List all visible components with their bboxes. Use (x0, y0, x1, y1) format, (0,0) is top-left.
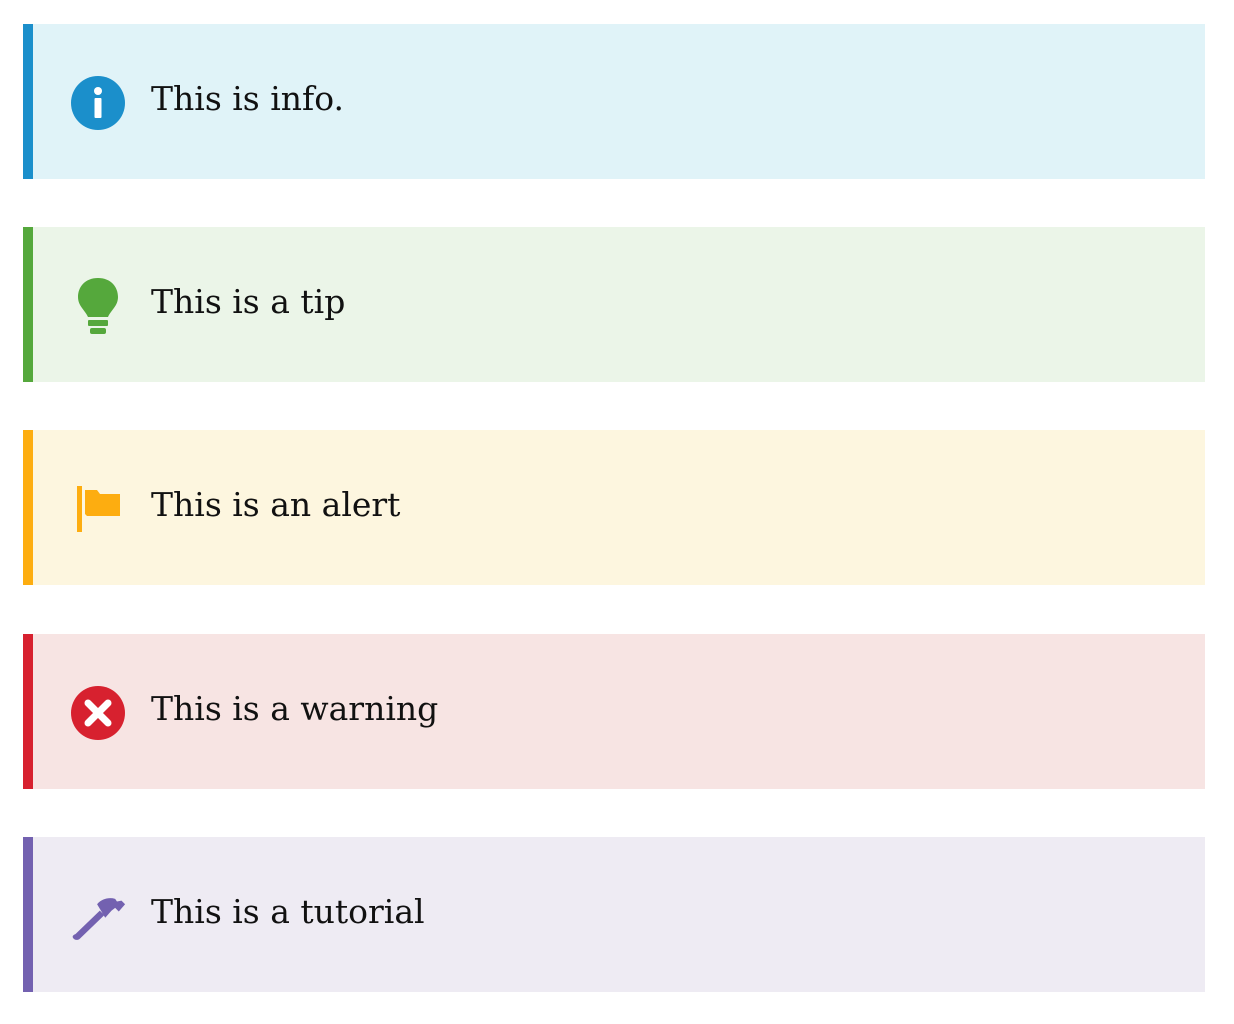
info-circle-icon (70, 75, 126, 131)
callout-tutorial-text: This is a tutorial (151, 892, 425, 931)
callout-info-text: This is info. (151, 79, 345, 118)
callout-info: This is info. (23, 24, 1205, 179)
lightbulb-icon (70, 278, 126, 334)
callout-alert-text: This is an alert (151, 485, 401, 524)
callout-tip: This is a tip (23, 227, 1205, 382)
callout-warning-text: This is a warning (151, 689, 439, 728)
x-circle-icon (70, 685, 126, 741)
callout-warning: This is a warning (23, 634, 1205, 789)
flag-icon (70, 481, 126, 537)
hammer-icon (70, 888, 126, 944)
callout-tutorial: This is a tutorial (23, 837, 1205, 992)
callout-tip-text: This is a tip (151, 282, 346, 321)
callout-alert: This is an alert (23, 430, 1205, 585)
